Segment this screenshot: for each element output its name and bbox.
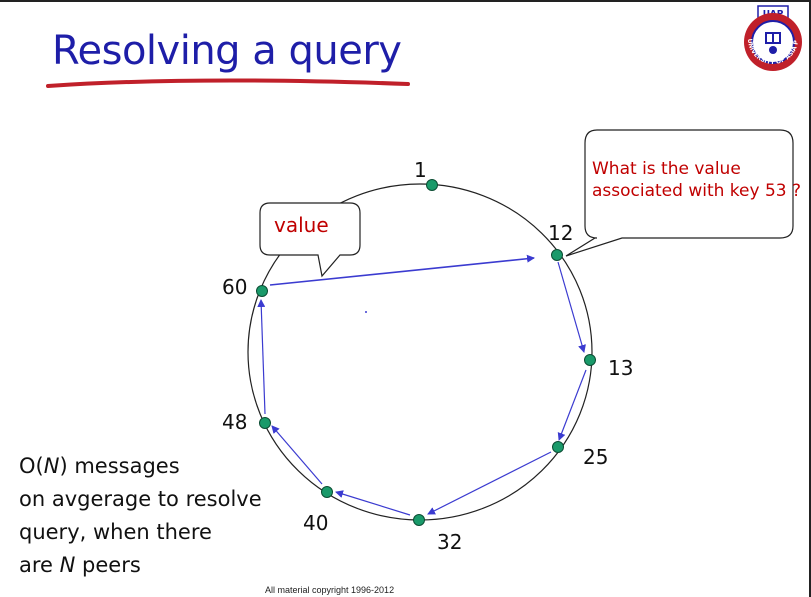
- node-60: [256, 285, 268, 297]
- node-1: [426, 179, 438, 191]
- arrow-12-to-13: [557, 261, 586, 353]
- copyright-footer: All material copyright 1996-2012: [265, 585, 395, 595]
- node-label-12: 12: [548, 221, 573, 245]
- node-48: [259, 417, 271, 429]
- node-label-60: 60: [222, 275, 247, 299]
- note-line-4: are N peers: [19, 553, 141, 577]
- note-line-3: query, when there: [19, 520, 212, 544]
- query-bubble-line1: What is the value: [592, 159, 741, 179]
- arrow-48-to-60: [257, 299, 266, 415]
- note-line-2: on avgerage to resolve: [19, 487, 262, 511]
- query-bubble-line2: associated with key 53 ?: [592, 181, 801, 201]
- lookup-arrows: [257, 254, 587, 516]
- arrow-40-to-48: [271, 425, 323, 485]
- node-label-40: 40: [303, 511, 328, 535]
- arrow-60-to-12: [269, 254, 535, 286]
- node-label-1: 1: [414, 158, 427, 182]
- complexity-note: O(N) messages on avgerage to resolve que…: [19, 450, 262, 582]
- arrow-32-to-40: [335, 490, 411, 516]
- note-line-1: O(N) messages: [19, 454, 180, 478]
- node-label-48: 48: [222, 410, 247, 434]
- node-12: [551, 249, 563, 261]
- node-40: [321, 486, 333, 498]
- node-label-32: 32: [437, 530, 462, 554]
- node-32: [413, 514, 425, 526]
- arrow-25-to-32: [427, 451, 552, 515]
- node-25: [552, 441, 564, 453]
- node-label-13: 13: [608, 356, 633, 380]
- node-label-25: 25: [583, 445, 608, 469]
- node-13: [584, 354, 596, 366]
- value-bubble-text: value: [274, 213, 329, 237]
